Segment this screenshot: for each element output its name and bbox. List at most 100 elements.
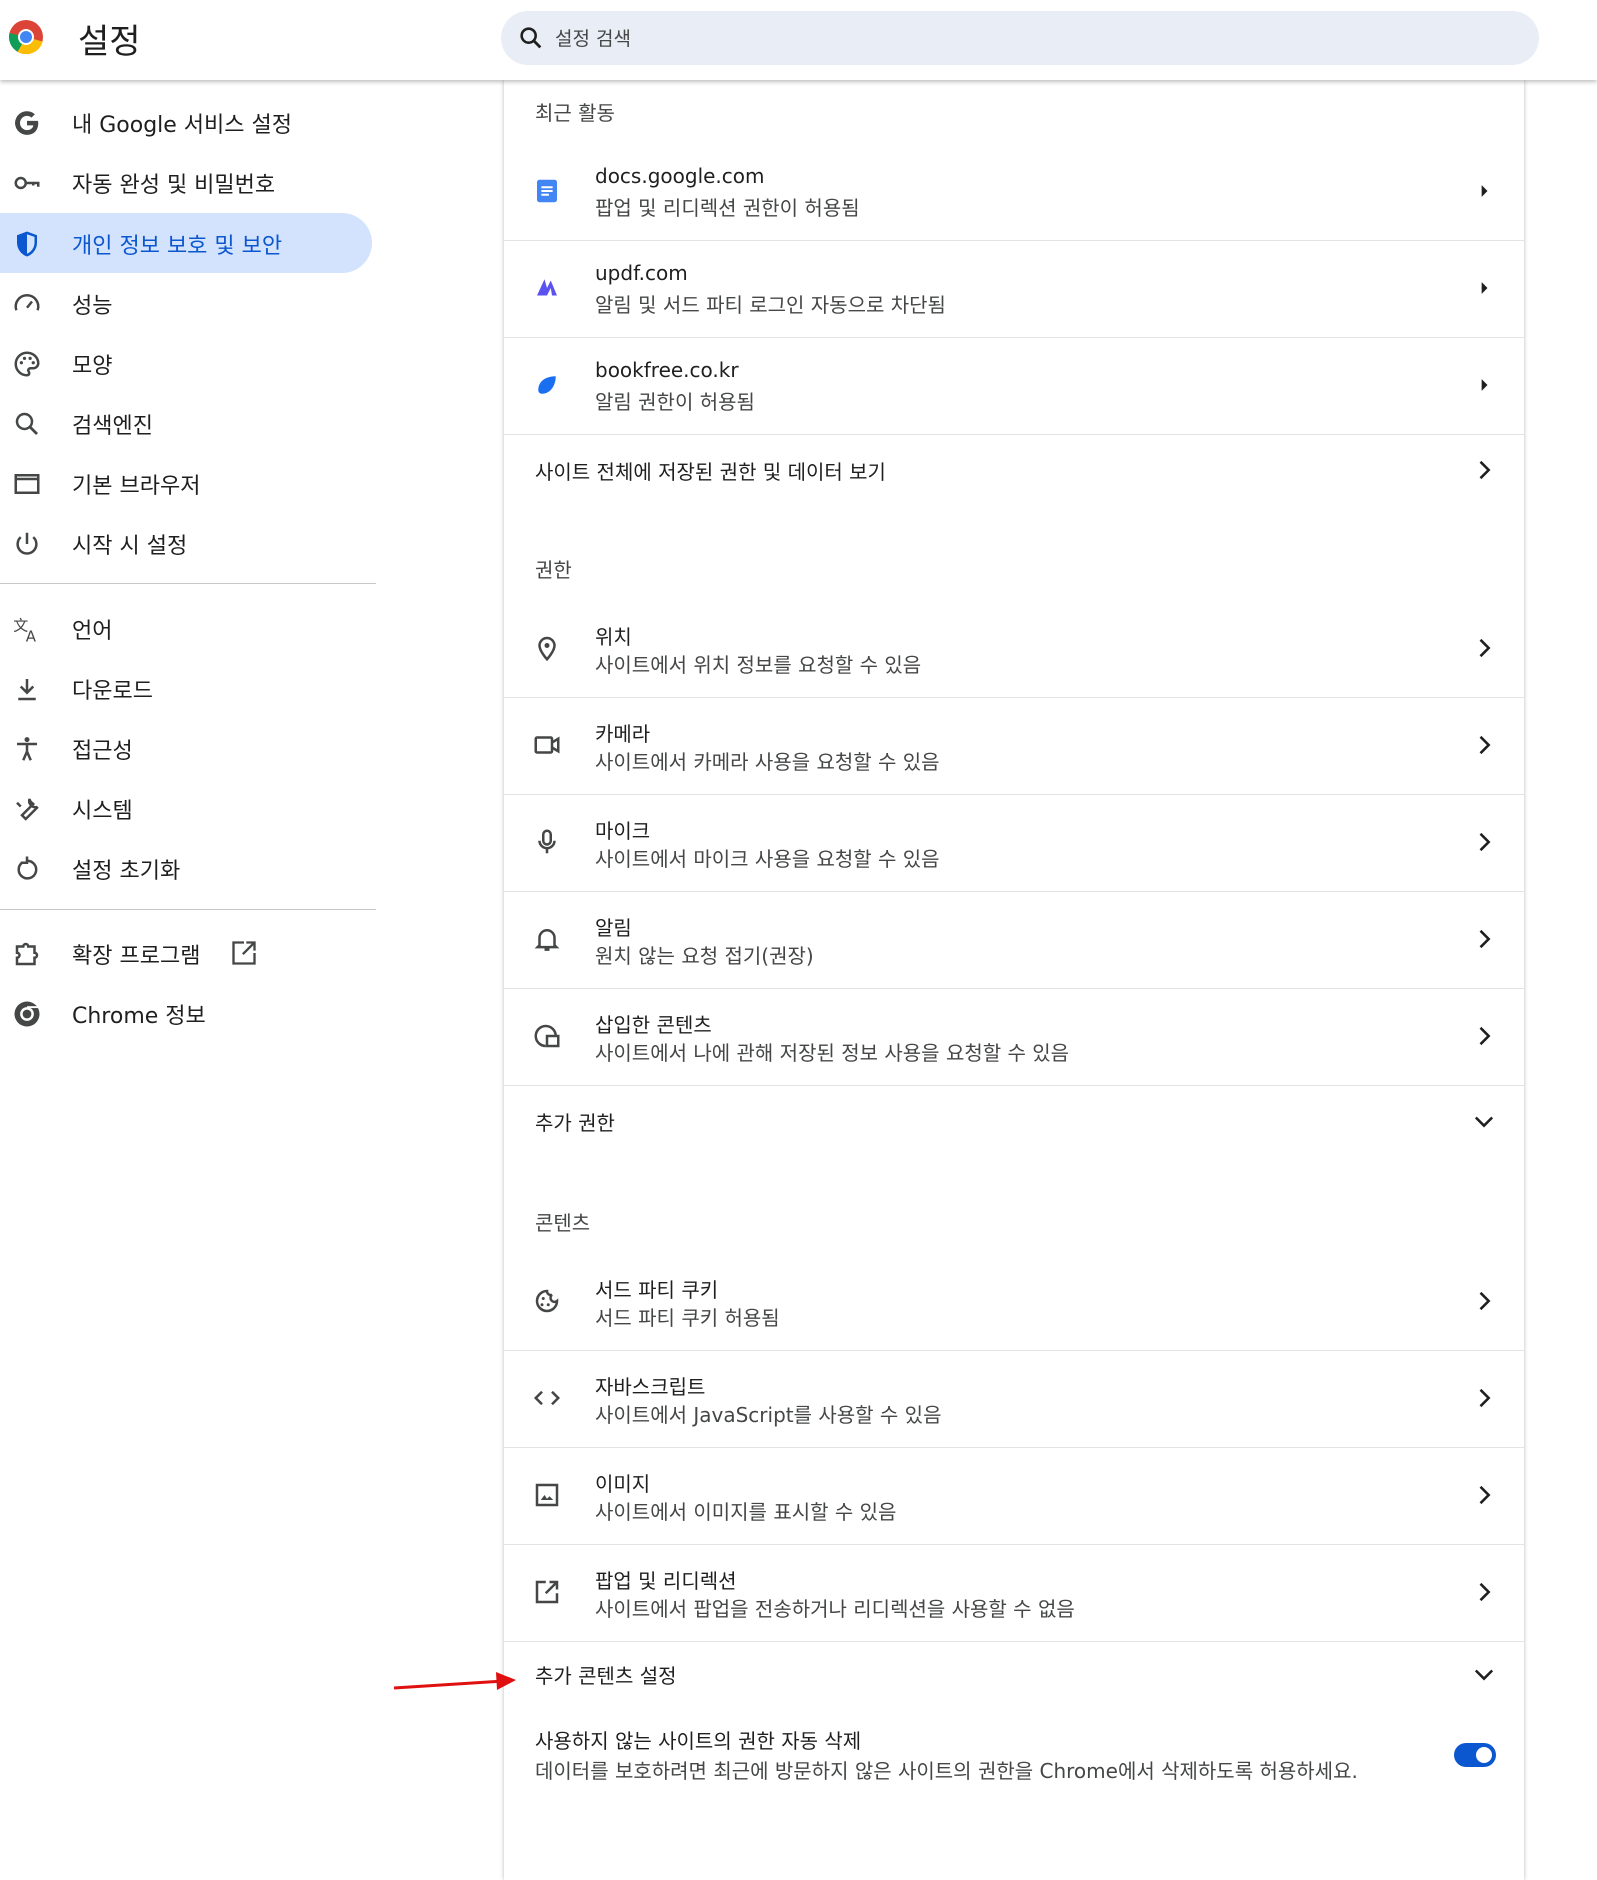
- permission-row-embedded-content[interactable]: 삽입한 콘텐츠 사이트에서 나에 관해 저장된 정보 사용을 요청할 수 있음: [504, 988, 1524, 1086]
- row-title: 사용하지 않는 사이트의 권한 자동 삭제: [535, 1729, 862, 1753]
- sidebar-item-label: 기본 브라우저: [72, 474, 201, 499]
- sidebar-item-performance[interactable]: 성능: [0, 273, 372, 333]
- sidebar-item-appearance[interactable]: 모양: [0, 333, 372, 393]
- row-title: 사이트 전체에 저장된 권한 및 데이터 보기: [535, 460, 886, 484]
- sidebar-item-about-chrome[interactable]: Chrome 정보: [0, 983, 372, 1043]
- sidebar-item-label: 시스템: [72, 799, 133, 824]
- sidebar-item-languages[interactable]: 文 A 언어: [0, 598, 372, 658]
- shield-icon: [17, 231, 37, 257]
- permission-row-microphone[interactable]: 마이크 사이트에서 마이크 사용을 요청할 수 있음: [504, 794, 1524, 892]
- search-bar[interactable]: [501, 11, 1539, 65]
- recent-site-row[interactable]: updf.com 알림 및 서드 파티 로그인 자동으로 차단됨: [504, 240, 1524, 338]
- row-subtitle: 데이터를 보호하려면 최근에 방문하지 않은 사이트의 권한을 Chrome에서…: [535, 1759, 1358, 1783]
- cookie-icon: [535, 1289, 559, 1313]
- row-title: 마이크: [595, 819, 651, 843]
- sidebar-item-system[interactable]: 시스템: [0, 778, 372, 838]
- content-row-javascript[interactable]: 자바스크립트 사이트에서 JavaScript를 사용할 수 있음: [504, 1350, 1524, 1448]
- reset-icon: [17, 856, 38, 880]
- row-title: 자바스크립트: [595, 1375, 706, 1399]
- content-row-images[interactable]: 이미지 사이트에서 이미지를 표시할 수 있음: [504, 1447, 1524, 1545]
- download-icon: [18, 679, 36, 701]
- row-title: 삽입한 콘텐츠: [595, 1013, 712, 1037]
- sidebar-item-label: 다운로드: [72, 679, 153, 704]
- code-icon: [533, 1390, 561, 1406]
- sidebar-item-label: 접근성: [72, 739, 133, 764]
- sidebar-item-reset[interactable]: 설정 초기화: [0, 838, 372, 898]
- sidebar-item-default-browser[interactable]: 기본 브라우저: [0, 453, 372, 513]
- toggle-knob: [1476, 1747, 1492, 1763]
- row-subtitle: 사이트에서 카메라 사용을 요청할 수 있음: [595, 750, 940, 774]
- sidebar-item-label: 성능: [72, 294, 113, 319]
- permission-row-location[interactable]: 위치 사이트에서 위치 정보를 요청할 수 있음: [504, 600, 1524, 698]
- sidebar-item-label: 확장 프로그램: [72, 944, 201, 969]
- bell-icon: [534, 929, 560, 951]
- sidebar-item-on-startup[interactable]: 시작 시 설정: [0, 513, 372, 573]
- row-title: docs.google.com: [595, 164, 765, 188]
- page-title: 설정: [78, 22, 141, 62]
- row-subtitle: 알림 및 서드 파티 로그인 자동으로 차단됨: [595, 293, 946, 317]
- sidebar-item-privacy[interactable]: 개인 정보 보호 및 보안: [0, 213, 372, 273]
- search-input[interactable]: [553, 23, 1457, 55]
- google-g-icon: [15, 111, 39, 135]
- auto-remove-permissions-row: 사용하지 않는 사이트의 권한 자동 삭제 데이터를 보호하려면 최근에 방문하…: [504, 1713, 1524, 1823]
- chevron-right-icon: [1479, 1291, 1491, 1311]
- search-icon: [520, 27, 542, 49]
- more-permissions-row[interactable]: 추가 권한: [504, 1085, 1524, 1157]
- chevron-right-icon: [1479, 1026, 1491, 1046]
- row-subtitle: 팝업 및 리디렉션 권한이 허용됨: [595, 196, 860, 220]
- row-subtitle: 사이트에서 JavaScript를 사용할 수 있음: [595, 1403, 942, 1427]
- sidebar-item-google-services[interactable]: 내 Google 서비스 설정: [0, 92, 372, 152]
- sidebar-item-label: 모양: [72, 354, 113, 379]
- sidebar-item-autofill[interactable]: 자동 완성 및 비밀번호: [0, 152, 372, 212]
- chevron-down-icon: [1474, 1669, 1494, 1681]
- bookfree-icon: [538, 376, 556, 394]
- open-in-new-icon: [535, 1580, 559, 1604]
- updf-icon: [537, 279, 557, 296]
- all-sites-row[interactable]: 사이트 전체에 저장된 권한 및 데이터 보기: [504, 434, 1524, 506]
- docs-icon: [537, 179, 557, 203]
- puzzle-icon: [15, 942, 39, 966]
- row-subtitle: 사이트에서 위치 정보를 요청할 수 있음: [595, 653, 922, 677]
- row-subtitle: 서드 파티 쿠키 허용됨: [595, 1306, 780, 1330]
- permission-row-camera[interactable]: 카메라 사이트에서 카메라 사용을 요청할 수 있음: [504, 697, 1524, 795]
- sidebar-divider: [0, 583, 376, 584]
- accessibility-icon: [17, 737, 37, 761]
- row-title: bookfree.co.kr: [595, 358, 739, 382]
- sidebar-item-extensions[interactable]: 확장 프로그램: [0, 923, 372, 983]
- sidebar-item-label: 검색엔진: [72, 414, 153, 439]
- browser-window-icon: [14, 474, 40, 494]
- row-title: 팝업 및 리디렉션: [595, 1569, 737, 1593]
- content-row-cookies[interactable]: 서드 파티 쿠키 서드 파티 쿠키 허용됨: [504, 1253, 1524, 1351]
- row-subtitle: 사이트에서 마이크 사용을 요청할 수 있음: [595, 847, 940, 871]
- sidebar-item-accessibility[interactable]: 접근성: [0, 718, 372, 778]
- row-title: 알림: [595, 916, 632, 940]
- speedometer-icon: [14, 294, 40, 311]
- more-content-settings-row[interactable]: 추가 콘텐츠 설정: [504, 1641, 1524, 1713]
- sidebar-item-label: Chrome 정보: [72, 1004, 206, 1029]
- section-heading-permissions: 권한: [535, 558, 572, 582]
- row-subtitle: 사이트에서 팝업을 전송하거나 리디렉션을 사용할 수 없음: [595, 1597, 1075, 1621]
- sidebar-item-downloads[interactable]: 다운로드: [0, 658, 372, 718]
- chrome-logo-icon: [9, 20, 43, 55]
- sidebar-item-label: 자동 완성 및 비밀번호: [72, 173, 276, 198]
- mic-icon: [538, 829, 556, 854]
- auto-remove-toggle[interactable]: [1454, 1743, 1496, 1767]
- sidebar-item-search-engine[interactable]: 검색엔진: [0, 393, 372, 453]
- permission-row-notifications[interactable]: 알림 원치 않는 요청 접기(권장): [504, 891, 1524, 989]
- translate-icon: 文 A: [13, 616, 37, 644]
- chevron-right-icon: [1479, 1582, 1491, 1602]
- row-title: 추가 권한: [535, 1111, 615, 1135]
- wrench-icon: [16, 798, 39, 821]
- row-subtitle: 알림 권한이 허용됨: [595, 390, 755, 414]
- sidebar-item-label: 개인 정보 보호 및 보안: [72, 234, 283, 259]
- chevron-right-icon: [1479, 735, 1491, 755]
- sidebar-item-label: 시작 시 설정: [72, 534, 188, 559]
- recent-site-row[interactable]: docs.google.com 팝업 및 리디렉션 권한이 허용됨: [504, 143, 1524, 241]
- row-title: 서드 파티 쿠키: [595, 1278, 719, 1302]
- chevron-right-icon: [1479, 929, 1491, 949]
- recent-site-row[interactable]: bookfree.co.kr 알림 권한이 허용됨: [504, 337, 1524, 435]
- top-bar: 설정: [0, 0, 1597, 80]
- palette-icon: [14, 351, 40, 377]
- sidebar-item-label: 언어: [72, 619, 113, 644]
- content-row-popups[interactable]: 팝업 및 리디렉션 사이트에서 팝업을 전송하거나 리디렉션을 사용할 수 없음: [504, 1544, 1524, 1642]
